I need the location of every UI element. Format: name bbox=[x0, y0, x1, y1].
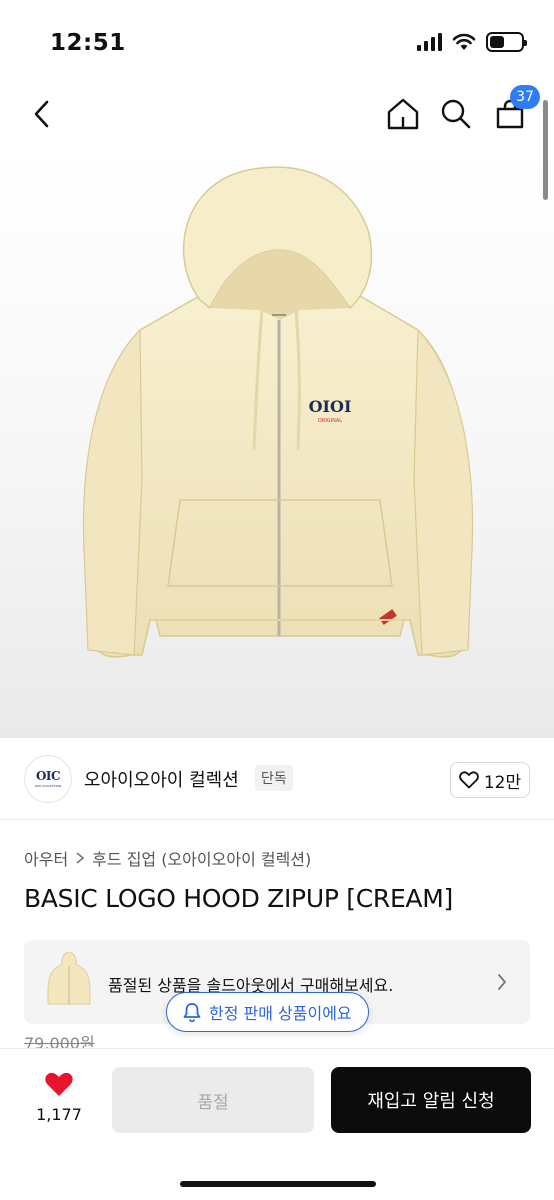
home-button[interactable] bbox=[381, 92, 425, 136]
svg-text:ORIGINAL: ORIGINAL bbox=[318, 418, 342, 424]
nav-bar: 37 bbox=[0, 80, 554, 150]
brand-logo-mark: OIC bbox=[35, 769, 61, 783]
status-bar: 12:51 bbox=[0, 0, 554, 80]
cart-count-badge: 37 bbox=[510, 85, 540, 109]
product-title: BASIC LOGO HOOD ZIPUP [CREAM] bbox=[24, 884, 453, 913]
brand-logo[interactable]: OIC OIOI COLLECTION bbox=[24, 755, 72, 803]
bottom-action-bar: 1,177 품절 재입고 알림 신청 bbox=[0, 1048, 554, 1200]
soldout-product-thumbnail bbox=[47, 952, 91, 1005]
status-icons bbox=[417, 32, 527, 52]
status-time: 12:51 bbox=[50, 30, 126, 56]
signal-icon bbox=[417, 33, 442, 51]
exclusive-tag: 단독 bbox=[255, 765, 293, 791]
brand-row[interactable]: OIC OIOI COLLECTION 오아이오아이 컬렉션 단독 12만 bbox=[0, 740, 554, 820]
home-icon bbox=[387, 98, 419, 130]
chevron-right-icon bbox=[498, 974, 507, 990]
brand-logo-sub: OIOI COLLECTION bbox=[34, 784, 62, 788]
svg-text:OIOI: OIOI bbox=[309, 397, 352, 416]
soldout-button[interactable]: 품절 bbox=[112, 1067, 314, 1133]
breadcrumb-subcategory[interactable]: 후드 집업 (오아이오아이 컬렉션) bbox=[92, 846, 311, 870]
limited-sale-badge: 한정 판매 상품이에요 bbox=[166, 992, 369, 1032]
bell-icon bbox=[183, 1003, 201, 1022]
hoodie-illustration: OIOI ORIGINAL bbox=[82, 166, 474, 658]
brand-like-count: 12만 bbox=[483, 772, 522, 793]
cart-button[interactable]: 37 bbox=[488, 85, 540, 136]
heart-outline-icon bbox=[459, 771, 479, 789]
chevron-left-icon bbox=[34, 100, 49, 128]
brand-name[interactable]: 오아이오아이 컬렉션 bbox=[84, 766, 239, 792]
breadcrumb: 아우터 후드 집업 (오아이오아이 컬렉션) bbox=[24, 846, 311, 870]
wish-count: 1,177 bbox=[36, 1105, 82, 1124]
breadcrumb-category[interactable]: 아우터 bbox=[24, 846, 68, 870]
heart-filled-icon bbox=[45, 1072, 73, 1096]
limited-sale-text: 한정 판매 상품이에요 bbox=[209, 1004, 352, 1023]
wifi-icon bbox=[452, 33, 476, 50]
scroll-indicator bbox=[543, 100, 548, 200]
product-image[interactable]: OIOI ORIGINAL bbox=[0, 150, 554, 738]
search-icon bbox=[441, 99, 471, 129]
chevron-right-icon bbox=[76, 852, 85, 864]
restock-alert-button[interactable]: 재입고 알림 신청 bbox=[331, 1067, 531, 1133]
battery-icon bbox=[486, 32, 527, 52]
brand-like-button[interactable]: 12만 bbox=[450, 762, 530, 798]
search-button[interactable] bbox=[434, 92, 478, 136]
home-indicator bbox=[180, 1181, 376, 1187]
wish-button[interactable]: 1,177 bbox=[28, 1071, 90, 1124]
back-button[interactable] bbox=[20, 92, 64, 136]
